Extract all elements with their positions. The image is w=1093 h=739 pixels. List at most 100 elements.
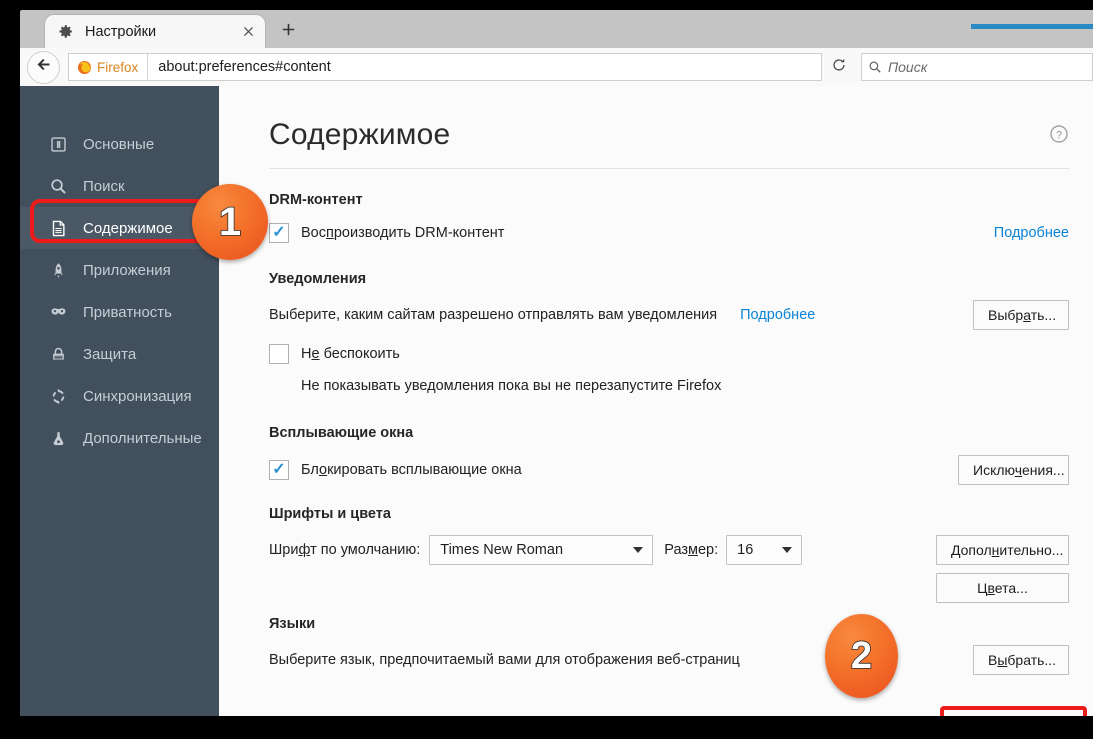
section-title-popups: Всплывающие окна (269, 425, 414, 441)
colors-row: Цвета... (269, 573, 1069, 603)
navigation-toolbar: Firefox about:preferences#content Поиск (20, 48, 1093, 87)
font-size-label: Размер: (664, 542, 719, 558)
sidebar-item-label: Приватность (83, 303, 172, 321)
lock-icon (47, 343, 69, 365)
drm-row: ✓ Воспроизводить DRM-контент Подробнее (269, 221, 1069, 245)
notifications-learn-more-link[interactable]: Подробнее (740, 307, 815, 323)
section-title-languages: Языки (269, 616, 316, 632)
firefox-logo-icon (77, 60, 92, 75)
preferences-content: Содержимое ? DRM-контент ✓ Воспроизводит… (219, 86, 1093, 716)
fonts-advanced-button[interactable]: Дополнительно... (936, 535, 1069, 565)
dnd-hint: Не показывать уведомления пока вы не пер… (301, 378, 722, 394)
sidebar-item-label: Синхронизация (83, 387, 192, 405)
search-icon (862, 60, 888, 74)
general-icon (47, 133, 69, 155)
drm-checkbox-label: Воспроизводить DRM-контент (301, 225, 505, 241)
search-bar[interactable]: Поиск (861, 53, 1093, 81)
svg-text:?: ? (1056, 129, 1062, 141)
dnd-checkbox-label: Не беспокоить (301, 346, 400, 362)
check-mark-icon: ✓ (272, 461, 286, 478)
preferences-sidebar: Основные Поиск Содержимое Приложения При… (20, 86, 219, 716)
address-bar[interactable]: Firefox about:preferences#content (68, 53, 822, 81)
document-icon (47, 217, 69, 239)
section-notifications: Уведомления Выберите, каким сайтам разре… (269, 271, 1069, 398)
sidebar-item-content[interactable]: Содержимое (20, 207, 219, 249)
popups-exceptions-button[interactable]: Исключения... (958, 455, 1069, 485)
font-size-select[interactable]: 16 (726, 535, 803, 565)
section-languages: Языки Выберите язык, предпочитаемый вами… (269, 616, 1069, 675)
browser-tab-settings[interactable]: Настройки (45, 15, 265, 48)
sidebar-item-label: Основные (83, 135, 155, 153)
notifications-description: Выберите, каким сайтам разрешено отправл… (269, 307, 718, 323)
window-accent-bar (971, 24, 1093, 29)
sidebar-item-search[interactable]: Поиск (20, 165, 219, 207)
block-popups-label: Блокировать всплывающие окна (301, 462, 522, 478)
plus-icon (281, 22, 296, 42)
page-header: Содержимое ? (269, 86, 1069, 169)
close-icon[interactable] (235, 19, 261, 45)
flask-icon (47, 427, 69, 449)
back-arrow-icon (35, 56, 52, 78)
section-title-drm: DRM-контент (269, 192, 363, 208)
sidebar-item-general[interactable]: Основные (20, 123, 219, 165)
section-fonts: Шрифты и цвета Шрифт по умолчанию: Times… (269, 506, 1069, 603)
chevron-down-icon (633, 547, 644, 553)
section-title-notifications: Уведомления (269, 271, 367, 287)
languages-row: Выберите язык, предпочитаемый вами для о… (269, 645, 1069, 675)
dnd-row: Не беспокоить (269, 342, 1069, 366)
reload-button[interactable] (824, 53, 854, 81)
new-tab-button[interactable] (273, 18, 303, 46)
check-mark-icon: ✓ (272, 224, 286, 241)
sidebar-item-advanced[interactable]: Дополнительные (20, 417, 219, 459)
tab-title: Настройки (85, 23, 157, 40)
default-font-label: Шрифт по умолчанию: (269, 542, 421, 558)
search-input[interactable]: Поиск (888, 59, 927, 75)
section-title-fonts: Шрифты и цвета (269, 506, 391, 522)
page-title: Содержимое (269, 118, 451, 151)
default-font-value: Times New Roman (440, 542, 564, 558)
header-divider (269, 168, 1069, 169)
font-size-value: 16 (737, 542, 754, 558)
sidebar-item-label: Дополнительные (83, 429, 202, 447)
fonts-row: Шрифт по умолчанию: Times New Roman Разм… (269, 535, 1069, 565)
preferences-page: Основные Поиск Содержимое Приложения При… (20, 86, 1093, 716)
identity-box[interactable]: Firefox (69, 54, 149, 80)
callout-badge-2: 2 (825, 614, 898, 698)
sidebar-item-privacy[interactable]: Приватность (20, 291, 219, 333)
content-inner: Содержимое ? DRM-контент ✓ Воспроизводит… (269, 86, 1069, 675)
rocket-icon (47, 259, 69, 281)
section-drm: DRM-контент ✓ Воспроизводить DRM-контент… (269, 192, 1069, 245)
search-icon (47, 175, 69, 197)
sidebar-item-label: Содержимое (83, 219, 173, 237)
sync-icon (47, 385, 69, 407)
identity-label: Firefox (97, 59, 139, 75)
block-popups-checkbox[interactable]: ✓ (269, 460, 289, 480)
drm-checkbox[interactable]: ✓ (269, 223, 289, 243)
chevron-down-icon (782, 547, 793, 553)
tab-strip: Настройки (20, 10, 1093, 48)
languages-choose-button[interactable]: Выбрать... (973, 645, 1069, 675)
notifications-desc-row: Выберите, каким сайтам разрешено отправл… (269, 300, 1069, 330)
do-not-disturb-checkbox[interactable] (269, 344, 289, 364)
mask-icon (47, 301, 69, 323)
reload-icon (831, 57, 847, 78)
back-button[interactable] (27, 50, 60, 84)
gear-icon (57, 23, 74, 40)
sidebar-item-label: Защита (83, 345, 137, 363)
popups-row: ✓ Блокировать всплывающие окна Исключени… (269, 455, 1069, 485)
drm-learn-more-link[interactable]: Подробнее (994, 225, 1069, 241)
colors-button[interactable]: Цвета... (936, 573, 1069, 603)
help-circle-icon[interactable]: ? (1049, 124, 1069, 144)
url-text[interactable]: about:preferences#content (148, 59, 331, 75)
sidebar-item-sync[interactable]: Синхронизация (20, 375, 219, 417)
default-font-select[interactable]: Times New Roman (429, 535, 654, 565)
languages-description: Выберите язык, предпочитаемый вами для о… (269, 652, 740, 668)
sidebar-item-applications[interactable]: Приложения (20, 249, 219, 291)
sidebar-nav-list: Основные Поиск Содержимое Приложения При… (20, 123, 219, 459)
dnd-hint-row: Не показывать уведомления пока вы не пер… (269, 374, 1069, 398)
sidebar-item-security[interactable]: Защита (20, 333, 219, 375)
callout-badge-1: 1 (192, 184, 268, 260)
notifications-choose-button[interactable]: Выбрать... (973, 300, 1069, 330)
section-popups: Всплывающие окна ✓ Блокировать всплывающ… (269, 425, 1069, 485)
sidebar-item-label: Приложения (83, 261, 171, 279)
